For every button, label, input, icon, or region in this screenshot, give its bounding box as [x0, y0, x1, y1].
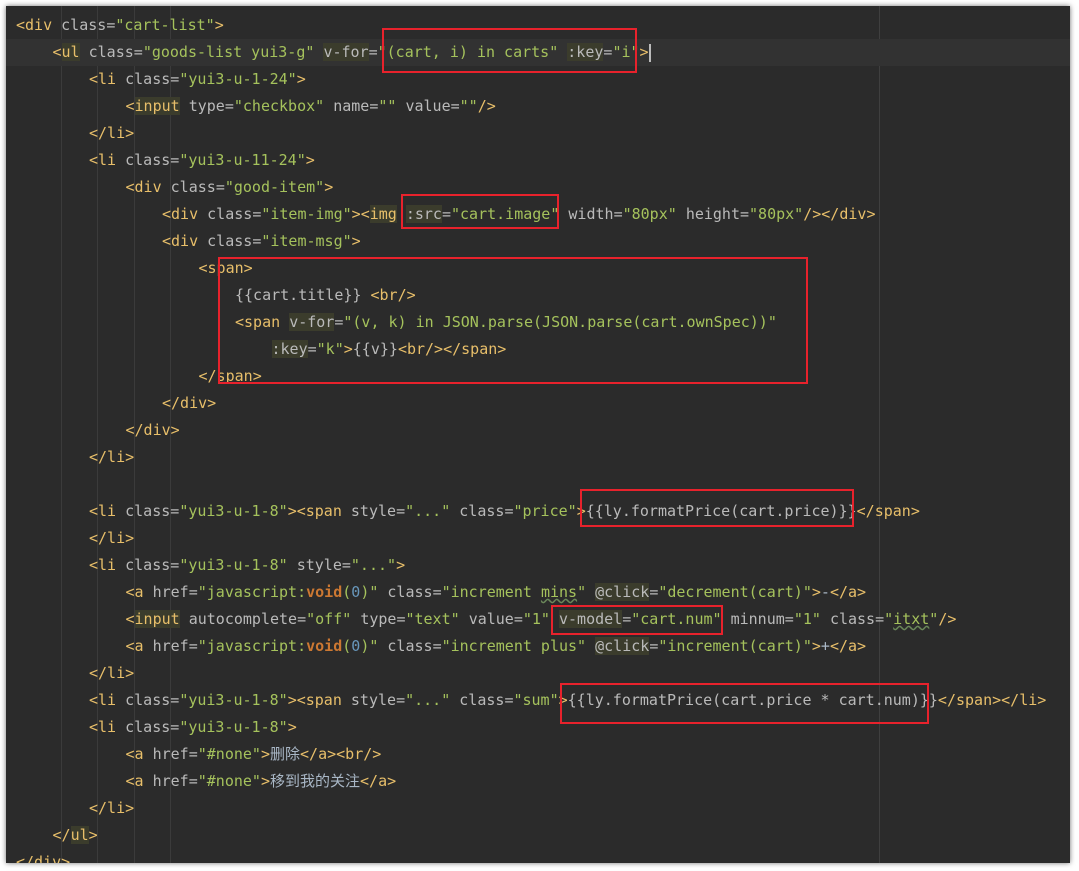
code-line-18[interactable] [6, 471, 1070, 498]
code-text: <li class="yui3-u-1-8"><span style="..."… [89, 502, 920, 520]
code-text: </li> [89, 664, 135, 682]
code-text: <li class="yui3-u-1-8"><span style="..."… [89, 691, 1047, 709]
code-text: <li class="yui3-u-1-24"> [89, 70, 306, 88]
editor-window: <div class="cart-list"> <ul class="goods-… [6, 6, 1070, 863]
code-line-31[interactable]: </ul> [6, 822, 1070, 849]
code-line-32[interactable]: </div> [6, 849, 1070, 863]
code-line-7[interactable]: <div class="good-item"> [6, 174, 1070, 201]
code-text: <span> [198, 259, 253, 277]
text-caret [648, 43, 651, 62]
code-text: <div class="item-img"><img :src="cart.im… [162, 205, 876, 223]
code-line-6[interactable]: <li class="yui3-u-11-24"> [6, 147, 1070, 174]
code-line-11[interactable]: {{cart.title}} <br/> [6, 282, 1070, 309]
code-line-12[interactable]: <span v-for="(v, k) in JSON.parse(JSON.p… [6, 309, 1070, 336]
code-line-5[interactable]: </li> [6, 120, 1070, 147]
code-text: </div> [125, 421, 180, 439]
code-text: :key="k">{{v}}<br/></span> [271, 340, 507, 358]
code-line-13[interactable]: :key="k">{{v}}<br/></span> [6, 336, 1070, 363]
code-text: <input autocomplete="off" type="text" va… [125, 610, 957, 628]
code-line-30[interactable]: </li> [6, 795, 1070, 822]
code-line-29[interactable]: <a href="#none">移到我的关注</a> [6, 768, 1070, 795]
code-line-16[interactable]: </div> [6, 417, 1070, 444]
code-text: <li class="yui3-u-1-8"> [89, 718, 297, 736]
code-text: <li class="yui3-u-11-24"> [89, 151, 315, 169]
code-text: <div class="item-msg"> [162, 232, 361, 250]
code-line-21[interactable]: <li class="yui3-u-1-8" style="..."> [6, 552, 1070, 579]
code-text: <input type="checkbox" name="" value=""/… [125, 97, 496, 115]
code-line-14[interactable]: </span> [6, 363, 1070, 390]
code-line-2[interactable]: <ul class="goods-list yui3-g" v-for="(ca… [6, 39, 1070, 66]
code-text: <li class="yui3-u-1-8" style="..."> [89, 556, 406, 574]
code-line-28[interactable]: <a href="#none">删除</a><br/> [6, 741, 1070, 768]
code-line-8[interactable]: <div class="item-img"><img :src="cart.im… [6, 201, 1070, 228]
code-text: <a href="#none">删除</a><br/> [125, 745, 382, 763]
code-text: {{cart.title}} <br/> [235, 286, 416, 304]
code-text: <a href="#none">移到我的关注</a> [125, 772, 397, 790]
code-line-19[interactable]: <li class="yui3-u-1-8"><span style="..."… [6, 498, 1070, 525]
code-text: <ul class="goods-list yui3-g" v-for="(ca… [52, 43, 651, 62]
code-text: </li> [89, 529, 135, 547]
code-text: </div> [162, 394, 217, 412]
code-line-10[interactable]: <span> [6, 255, 1070, 282]
code-text: <a href="javascript:void(0)" class="incr… [125, 637, 867, 655]
code-text: </span> [198, 367, 262, 385]
code-editor[interactable]: <div class="cart-list"> <ul class="goods-… [6, 6, 1070, 863]
code-line-24[interactable]: <a href="javascript:void(0)" class="incr… [6, 633, 1070, 660]
code-text: </div> [16, 853, 71, 863]
code-line-20[interactable]: </li> [6, 525, 1070, 552]
code-text: </li> [89, 799, 135, 817]
code-text: <a href="javascript:void(0)" class="incr… [125, 583, 867, 601]
code-text: </li> [89, 448, 135, 466]
code-line-22[interactable]: <a href="javascript:void(0)" class="incr… [6, 579, 1070, 606]
code-line-17[interactable]: </li> [6, 444, 1070, 471]
code-line-9[interactable]: <div class="item-msg"> [6, 228, 1070, 255]
code-text: <div class="cart-list"> [16, 16, 224, 34]
code-line-15[interactable]: </div> [6, 390, 1070, 417]
code-line-23[interactable]: <input autocomplete="off" type="text" va… [6, 606, 1070, 633]
code-line-26[interactable]: <li class="yui3-u-1-8"><span style="..."… [6, 687, 1070, 714]
code-text: </li> [89, 124, 135, 142]
code-text: </ul> [52, 826, 98, 844]
code-line-25[interactable]: </li> [6, 660, 1070, 687]
code-line-4[interactable]: <input type="checkbox" name="" value=""/… [6, 93, 1070, 120]
code-text: <div class="good-item"> [125, 178, 334, 196]
code-line-27[interactable]: <li class="yui3-u-1-8"> [6, 714, 1070, 741]
code-text: <span v-for="(v, k) in JSON.parse(JSON.p… [235, 313, 777, 331]
code-line-1[interactable]: <div class="cart-list"> [6, 12, 1070, 39]
code-line-3[interactable]: <li class="yui3-u-1-24"> [6, 66, 1070, 93]
